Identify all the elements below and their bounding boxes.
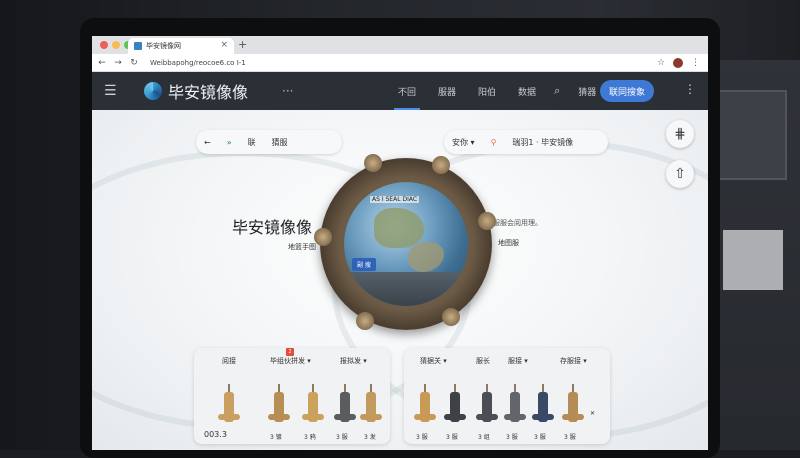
browser-tab-bar: 毕安镜像网 × + bbox=[92, 36, 708, 54]
card-dropdown-5[interactable]: 存服接 ▾ bbox=[560, 356, 587, 366]
reload-icon[interactable]: ↻ bbox=[128, 58, 140, 68]
double-arrow-icon[interactable]: » bbox=[227, 138, 232, 147]
card-label-2: 服长 bbox=[476, 356, 490, 366]
fader-knob[interactable] bbox=[538, 392, 548, 422]
control-card-right: 猜据关 ▾ 服长 服接 ▾ 存服接 ▾ 3 服 3 服 3 组 3 服 3 服 … bbox=[404, 348, 610, 444]
fader-value: 3 发 bbox=[364, 432, 376, 441]
new-tab-icon[interactable]: + bbox=[238, 38, 247, 51]
browser-tab[interactable]: 毕安镜像网 × bbox=[128, 38, 234, 54]
tab-title: 毕安镜像网 bbox=[146, 41, 181, 51]
nav-item-3[interactable]: 数据 bbox=[514, 73, 540, 110]
toolbar-item-2[interactable]: 猜服 bbox=[272, 137, 288, 148]
profile-avatar[interactable] bbox=[673, 58, 683, 68]
fader-value: 3 鸦 bbox=[304, 432, 316, 441]
more-dots-icon[interactable]: ··· bbox=[282, 84, 293, 98]
back-icon[interactable]: ← bbox=[204, 138, 211, 147]
minimize-window-button[interactable] bbox=[112, 41, 120, 49]
fader-knob[interactable] bbox=[224, 392, 234, 422]
notification-badge: 2 bbox=[286, 348, 294, 356]
hero-subtitle-2: 地图服 bbox=[498, 238, 519, 248]
nav-item-0[interactable]: 不回 bbox=[394, 73, 420, 110]
brand-logo-icon[interactable] bbox=[144, 82, 162, 100]
fader-value: 3 服 bbox=[506, 432, 518, 441]
location-label[interactable]: 瑞羽1 · 毕安镜像 bbox=[512, 137, 573, 148]
fader-knob[interactable] bbox=[510, 392, 520, 422]
fader-knob[interactable] bbox=[366, 392, 376, 422]
fader-value: 3 服 bbox=[416, 432, 428, 441]
search-icon[interactable]: ⌕ bbox=[554, 84, 560, 98]
ornament-knob bbox=[478, 212, 496, 230]
toolbar-item-1[interactable]: 联 bbox=[248, 137, 256, 148]
fader-value: 3 服 bbox=[446, 432, 458, 441]
bookmark-star-icon[interactable]: ☆ bbox=[657, 58, 665, 68]
main-content: ← » 联 猜服 安你 ▾ ⚲ 瑞羽1 · 毕安镜像 ⋕ ⇧ 毕安镜像像 服务又… bbox=[92, 110, 708, 450]
card-close-icon[interactable]: ✕ bbox=[590, 410, 595, 417]
hamburger-menu-icon[interactable]: ☰ bbox=[104, 83, 120, 99]
card-dropdown-4[interactable]: 服接 ▾ bbox=[508, 356, 528, 366]
left-toolbar: ← » 联 猜服 bbox=[196, 130, 342, 154]
favicon-icon bbox=[134, 42, 142, 50]
screen: 毕安镜像网 × + ← → ↻ Weibbapohg/reocoe6.co I-… bbox=[92, 36, 708, 450]
close-window-button[interactable] bbox=[100, 41, 108, 49]
ornament-knob bbox=[364, 154, 382, 172]
globe-landmass-2 bbox=[408, 242, 444, 272]
header-kebab-icon[interactable]: ⋮ bbox=[684, 82, 696, 96]
fader-knob[interactable] bbox=[420, 392, 430, 422]
readout-value: 003.3 bbox=[204, 430, 227, 439]
back-arrow-icon[interactable]: ← bbox=[96, 58, 108, 68]
card-label: 阅接 bbox=[222, 356, 236, 366]
app-header: ☰ 毕安镜像像 ··· 不回 服器 阳伯 数据 ⌕ 猜器 阳伯 联同搜象 ⋮ bbox=[92, 72, 708, 110]
globe-landmass bbox=[374, 208, 424, 248]
nav-item-1[interactable]: 服器 bbox=[434, 73, 460, 110]
tab-close-icon[interactable]: × bbox=[220, 40, 228, 50]
url-field[interactable]: Weibbapohg/reocoe6.co I-1 bbox=[150, 59, 657, 67]
ornament-knob bbox=[432, 156, 450, 174]
nav-item-2[interactable]: 阳伯 bbox=[474, 73, 500, 110]
card-dropdown-3[interactable]: 猜据关 ▾ bbox=[420, 356, 447, 366]
address-bar: ← → ↻ Weibbapohg/reocoe6.co I-1 ☆ ⋮ bbox=[92, 54, 708, 72]
ornament-knob bbox=[314, 228, 332, 246]
fader-knob[interactable] bbox=[274, 392, 284, 422]
person-icon[interactable]: ⚲ bbox=[491, 138, 497, 147]
city-skyline bbox=[344, 272, 468, 306]
right-toolbar: 安你 ▾ ⚲ 瑞羽1 · 毕安镜像 bbox=[444, 130, 608, 154]
fader-value: 3 服 bbox=[336, 432, 348, 441]
fader-knob[interactable] bbox=[450, 392, 460, 422]
card-dropdown-2[interactable]: 报拟发 ▾ bbox=[340, 356, 367, 366]
card-dropdown[interactable]: 毕组伙拼发 ▾ bbox=[270, 356, 311, 366]
globe-button[interactable]: 副 搜 bbox=[352, 258, 376, 271]
fader-knob[interactable] bbox=[308, 392, 318, 422]
cta-button[interactable]: 联同搜象 bbox=[600, 80, 654, 102]
hashtag-icon[interactable]: ⋕ bbox=[666, 120, 694, 148]
browser-menu-icon[interactable]: ⋮ bbox=[691, 58, 700, 68]
globe-image: AS I SEAL DIAC 副 搜 bbox=[344, 182, 468, 306]
background-frame bbox=[717, 90, 787, 180]
fader-value: 3 服 bbox=[534, 432, 546, 441]
home-icon[interactable]: ⇧ bbox=[666, 160, 694, 188]
fader-knob[interactable] bbox=[568, 392, 578, 422]
brand-name[interactable]: 毕安镜像像 bbox=[168, 79, 248, 103]
fader-value: 3 服 bbox=[564, 432, 576, 441]
fader-knob[interactable] bbox=[482, 392, 492, 422]
filter-dropdown[interactable]: 安你 ▾ bbox=[452, 137, 475, 148]
hero-title: 毕安镜像像 bbox=[232, 214, 312, 238]
background-frame-2 bbox=[723, 230, 783, 290]
fader-value: 3 镀 bbox=[270, 432, 282, 441]
nav-item-4[interactable]: 猜器 bbox=[574, 73, 600, 110]
ornament-knob bbox=[356, 312, 374, 330]
hero-subtitle: 地篮手图 bbox=[288, 242, 316, 252]
fader-value: 3 组 bbox=[478, 432, 490, 441]
globe-label: AS I SEAL DIAC bbox=[370, 196, 419, 203]
ornament-knob bbox=[442, 308, 460, 326]
fader-knob[interactable] bbox=[340, 392, 350, 422]
forward-arrow-icon[interactable]: → bbox=[112, 58, 124, 68]
globe-medallion: AS I SEAL DIAC 副 搜 bbox=[320, 158, 492, 330]
control-card-left: 阅接 毕组伙拼发 ▾ 报拟发 ▾ 2 003.3 3 镀 3 鸦 3 服 3 发 bbox=[194, 348, 390, 444]
